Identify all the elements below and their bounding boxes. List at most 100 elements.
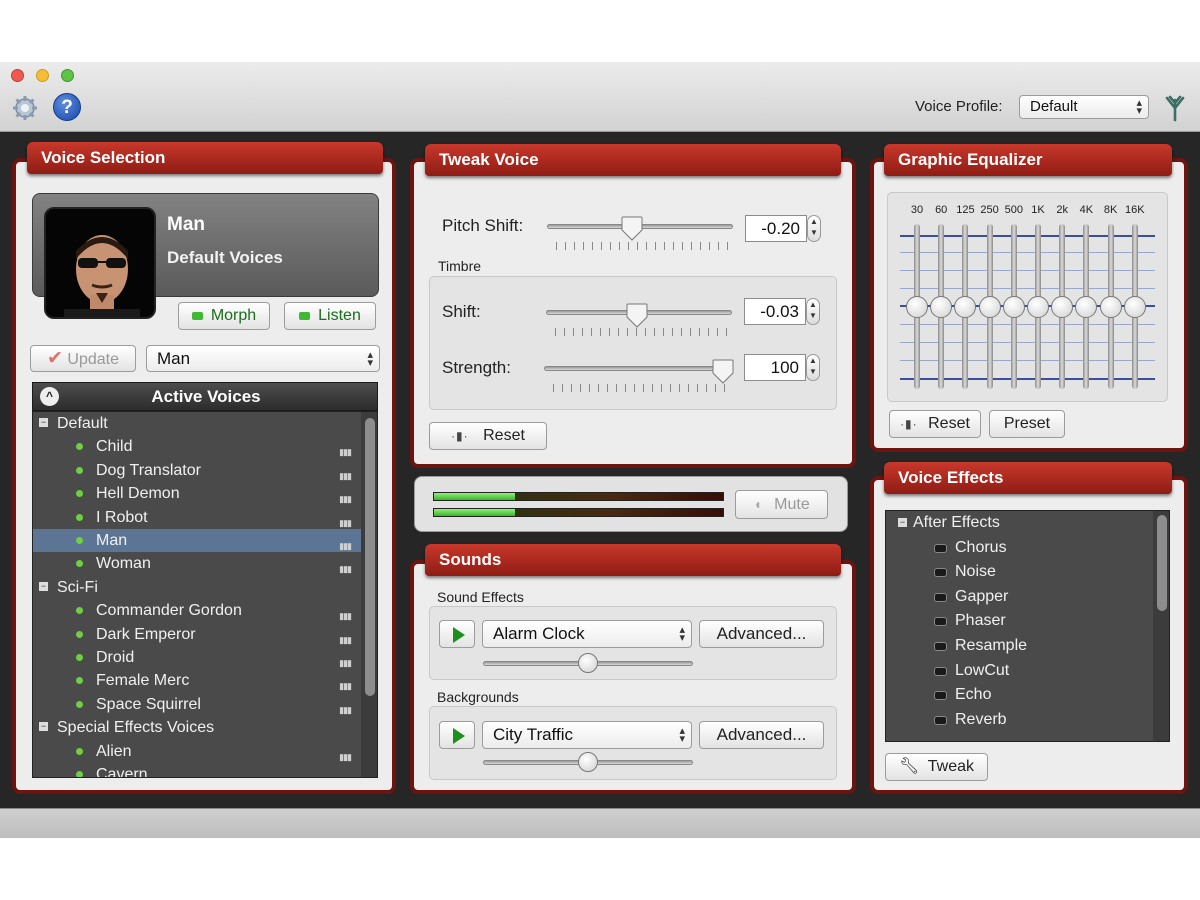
morph-button[interactable]: Morph: [178, 302, 270, 330]
voice-list-item[interactable]: Cavern ▮▮▮: [33, 763, 363, 778]
equalizer-slider-knob[interactable]: [1123, 296, 1146, 318]
equalizer-preset-button[interactable]: Preset: [989, 410, 1065, 438]
timbre-shift-knob[interactable]: [626, 303, 648, 329]
strength-track[interactable]: [544, 366, 730, 371]
voice-profile-select[interactable]: Default ▴ ▾: [1019, 95, 1149, 119]
background-play-button[interactable]: [439, 721, 475, 749]
voice-select[interactable]: Man ▴ ▾: [146, 345, 380, 372]
effect-group-label: After Effects: [913, 514, 1000, 531]
effect-list-item[interactable]: Noise: [886, 560, 1151, 584]
equalizer-reset-button[interactable]: ·▮· Reset: [889, 410, 981, 438]
voice-list-item[interactable]: Child ▮▮▮: [33, 435, 363, 458]
equalizer-slider-knob[interactable]: [978, 296, 1001, 318]
timbre-shift-label: Shift:: [442, 302, 481, 321]
voice-list-scrollbar[interactable]: [361, 412, 377, 777]
strength-label: Strength:: [442, 358, 511, 377]
voice-list-item[interactable]: I Robot ▮▮▮: [33, 506, 363, 529]
sounds-title: Sounds: [425, 544, 841, 576]
sound-effect-advanced-button[interactable]: Advanced...: [699, 620, 824, 648]
effect-item-label: Resample: [955, 637, 1028, 654]
zoom-window-button[interactable]: [61, 69, 74, 82]
effect-toggle-icon[interactable]: [934, 568, 947, 578]
voice-list-item[interactable]: Space Squirrel ▮▮▮: [33, 693, 363, 716]
mute-label: Mute: [774, 496, 810, 513]
effect-toggle-icon[interactable]: [934, 642, 947, 651]
current-voice-name: Man: [167, 214, 205, 235]
effect-list-item[interactable]: Echo: [886, 683, 1151, 707]
update-button[interactable]: ✔ Update: [30, 345, 136, 372]
voice-list-scroll-thumb[interactable]: [365, 418, 375, 696]
effect-list-item[interactable]: LowCut: [886, 659, 1151, 683]
effect-toggle-icon[interactable]: [934, 592, 947, 602]
listen-button[interactable]: Listen: [284, 302, 376, 330]
sound-effect-select[interactable]: Alarm Clock ▴ ▾: [482, 620, 692, 648]
help-icon[interactable]: ?: [53, 93, 81, 121]
equalizer-slider-knob[interactable]: [906, 296, 928, 318]
strength-field[interactable]: 100: [744, 354, 806, 381]
effect-toggle-icon[interactable]: [934, 715, 947, 725]
voice-select-value: Man: [157, 349, 191, 368]
antenna-icon[interactable]: [1162, 94, 1188, 122]
sound-effect-value: Alarm Clock: [493, 624, 585, 643]
pitch-shift-field[interactable]: -0.20: [745, 215, 807, 242]
voice-group-row[interactable]: − Special Effects Voices: [33, 716, 363, 739]
close-window-button[interactable]: [11, 69, 24, 82]
effect-list-item[interactable]: Phaser: [886, 609, 1151, 633]
current-voice-group: Default Voices: [167, 248, 283, 267]
timbre-shift-field[interactable]: -0.03: [744, 298, 806, 325]
tweak-reset-button[interactable]: ·▮· Reset: [429, 422, 547, 450]
background-volume-knob[interactable]: [578, 752, 598, 772]
timbre-shift-stepper[interactable]: ▲ ▼: [806, 298, 820, 325]
tweak-effect-button[interactable]: 🔧︎ Tweak: [885, 753, 988, 781]
collapse-group-icon[interactable]: −: [39, 722, 48, 732]
strength-knob[interactable]: [712, 359, 734, 385]
effect-group-row[interactable]: − After Effects: [886, 511, 1151, 535]
strength-stepper[interactable]: ▲ ▼: [806, 354, 820, 381]
pitch-shift-stepper[interactable]: ▲ ▼: [807, 215, 821, 242]
effect-list-item[interactable]: Chorus: [886, 536, 1151, 560]
effect-list-item[interactable]: Resample: [886, 634, 1151, 658]
background-advanced-button[interactable]: Advanced...: [699, 721, 824, 749]
select-arrows-icon: ▴ ▾: [679, 725, 685, 745]
voice-effects-scroll-thumb[interactable]: [1157, 515, 1167, 611]
voice-item-label: Dark Emperor: [96, 625, 196, 643]
active-dot-icon: [76, 630, 83, 638]
equalizer-slider-knob[interactable]: [1002, 296, 1025, 318]
voice-item-label: Alien: [96, 742, 132, 760]
voice-group-row[interactable]: − Default: [33, 412, 363, 435]
voice-list-item[interactable]: Female Merc ▮▮▮: [33, 669, 363, 692]
voice-group-row[interactable]: − Sci-Fi: [33, 576, 363, 599]
voice-list-item[interactable]: Man ▮▮▮: [33, 529, 363, 552]
effect-list-item[interactable]: Gapper: [886, 585, 1151, 609]
collapse-group-icon[interactable]: −: [39, 418, 48, 427]
effect-toggle-icon[interactable]: [934, 691, 947, 701]
effect-toggle-icon[interactable]: [934, 666, 947, 676]
voice-list-item[interactable]: Commander Gordon ▮▮▮: [33, 599, 363, 622]
mute-button[interactable]: ◖ Mute: [735, 490, 828, 519]
effect-list-item[interactable]: Reverb: [886, 708, 1151, 732]
equalizer-slider-knob[interactable]: [1027, 296, 1049, 318]
voice-list-item[interactable]: Hell Demon ▮▮▮: [33, 482, 363, 505]
voice-effects-scrollbar[interactable]: [1153, 511, 1169, 741]
sound-effect-volume-knob[interactable]: [578, 653, 598, 673]
effect-item-label: Echo: [955, 686, 992, 704]
equalizer-slider-knob[interactable]: [1099, 296, 1122, 318]
minimize-window-button[interactable]: [36, 69, 49, 82]
pitch-shift-knob[interactable]: [621, 216, 643, 242]
voice-list-item[interactable]: Dog Translator ▮▮▮: [33, 459, 363, 482]
active-voices-header[interactable]: ^ Active Voices: [32, 382, 378, 411]
voice-group-label: Default: [57, 415, 108, 432]
voice-list-item[interactable]: Woman ▮▮▮: [33, 552, 363, 575]
collapse-group-icon[interactable]: −: [898, 518, 907, 527]
settings-gear-icon[interactable]: [11, 94, 39, 122]
voice-list-item[interactable]: Droid ▮▮▮: [33, 646, 363, 669]
background-select[interactable]: City Traffic ▴ ▾: [482, 721, 692, 749]
voice-list-item[interactable]: Alien ▮▮▮: [33, 740, 363, 763]
effect-toggle-icon[interactable]: [934, 543, 947, 553]
sound-effect-play-button[interactable]: [439, 620, 475, 648]
collapse-group-icon[interactable]: −: [39, 581, 48, 591]
voice-list-item[interactable]: Dark Emperor ▮▮▮: [33, 623, 363, 646]
voice-item-label: Cavern: [96, 766, 148, 778]
wrench-icon: 🔧︎: [898, 758, 920, 775]
effect-toggle-icon[interactable]: [934, 617, 947, 627]
